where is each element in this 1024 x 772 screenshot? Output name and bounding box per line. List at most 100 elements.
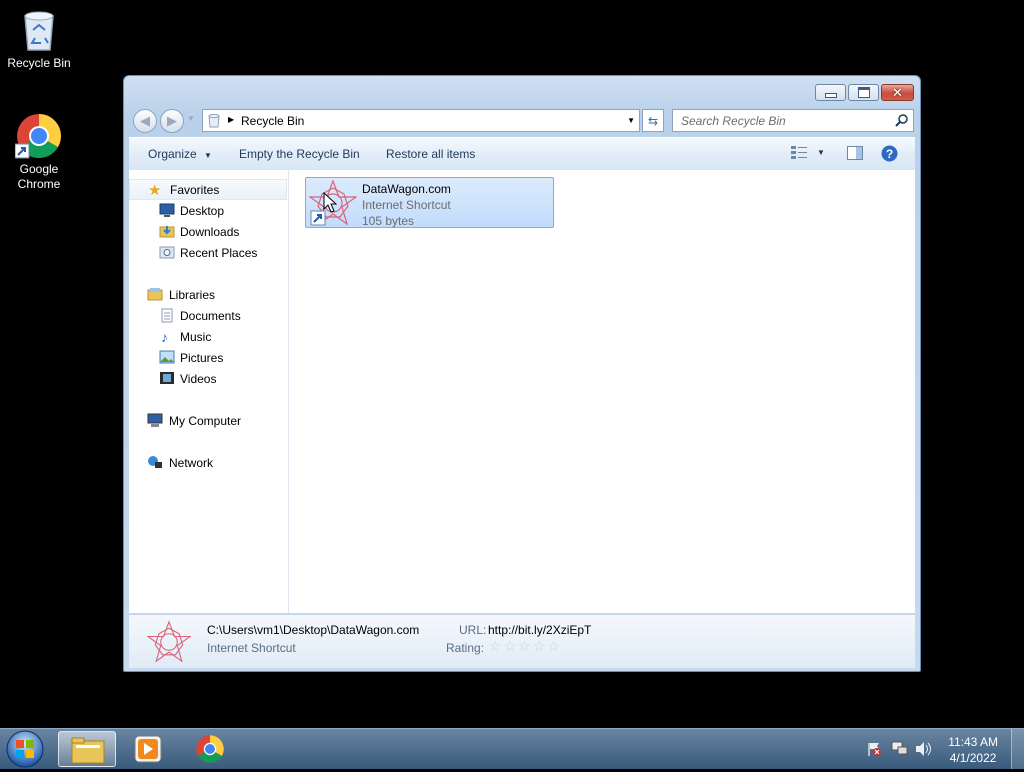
details-url-label: URL:	[459, 623, 487, 637]
nav-pictures[interactable]: Pictures	[129, 347, 287, 368]
back-arrow-icon: ◀	[140, 113, 150, 128]
nav-label: Documents	[180, 309, 241, 323]
desktop-icon-label: Recycle Bin	[7, 56, 71, 70]
recent-pages-chevron-icon[interactable]: ▼	[187, 114, 195, 123]
navigation-pane: ★ Favorites Desktop Downloads Recent Pla…	[129, 170, 289, 613]
preview-pane-button[interactable]	[847, 146, 863, 163]
recent-places-icon	[159, 245, 175, 260]
clock-date: 4/1/2022	[949, 751, 997, 765]
volume-icon[interactable]	[914, 741, 932, 760]
rating-stars[interactable]: ☆☆☆☆☆	[489, 638, 562, 655]
minimize-button[interactable]	[815, 84, 846, 101]
minimize-icon	[824, 93, 837, 98]
breadcrumb-location[interactable]: Recycle Bin	[241, 114, 304, 128]
view-icon	[791, 146, 807, 159]
star-outline-icon[interactable]: ☆	[547, 638, 562, 654]
details-url-value[interactable]: http://bit.ly/2XziEpT	[488, 623, 591, 637]
start-button[interactable]	[4, 729, 46, 772]
forward-button[interactable]: ▶	[160, 109, 184, 133]
documents-icon	[159, 308, 175, 323]
view-options-chevron-icon[interactable]: ▼	[817, 148, 825, 157]
svg-text:?: ?	[886, 147, 893, 161]
details-rating-label: Rating:	[446, 641, 485, 655]
help-button[interactable]: ?	[881, 145, 898, 165]
desktop-icon	[159, 203, 175, 218]
address-bar[interactable]: ▶ Recycle Bin ▼	[202, 109, 640, 132]
chevron-down-icon: ▼	[204, 151, 212, 160]
details-file-type: Internet Shortcut	[207, 641, 296, 655]
chrome-icon	[196, 735, 224, 763]
nav-label: My Computer	[169, 414, 242, 428]
show-desktop-button[interactable]	[1011, 729, 1024, 769]
close-icon: ✕	[892, 84, 903, 100]
nav-music[interactable]: ♪ Music	[129, 326, 287, 347]
taskbar-media-player-button[interactable]	[120, 731, 178, 767]
nav-downloads[interactable]: Downloads	[129, 221, 287, 242]
details-pane: C:\Users\vm1\Desktop\DataWagon.com Inter…	[129, 614, 915, 668]
forward-arrow-icon: ▶	[167, 113, 177, 128]
nav-libraries[interactable]: Libraries	[129, 284, 287, 305]
windows-orb-icon	[6, 730, 44, 768]
search-icon[interactable]	[895, 113, 909, 130]
mouse-cursor-icon	[323, 191, 338, 217]
breadcrumb-chevron-icon[interactable]: ▶	[228, 115, 234, 124]
back-button[interactable]: ◀	[133, 109, 157, 133]
nav-desktop[interactable]: Desktop	[129, 200, 287, 221]
star-outline-icon[interactable]: ☆	[518, 638, 533, 654]
close-button[interactable]: ✕	[881, 84, 914, 101]
organize-label: Organize	[148, 147, 197, 161]
command-bar: Organize ▼ Empty the Recycle Bin Restore…	[129, 137, 915, 171]
nav-documents[interactable]: Documents	[129, 305, 287, 326]
nav-recent-places[interactable]: Recent Places	[129, 242, 287, 263]
star-icon: ★	[148, 182, 162, 199]
change-view-button[interactable]	[791, 146, 807, 163]
desktop-icon-google-chrome[interactable]: Google Chrome	[1, 112, 77, 192]
action-center-flag-icon[interactable]	[866, 741, 882, 760]
desktop-icon-recycle-bin[interactable]: Recycle Bin	[1, 6, 77, 71]
nav-videos[interactable]: Videos	[129, 368, 287, 389]
pictures-icon	[159, 350, 175, 365]
nav-label: Desktop	[180, 204, 225, 218]
file-item-datawagon[interactable]: DataWagon.com Internet Shortcut 105 byte…	[305, 177, 554, 228]
network-icon	[147, 455, 163, 470]
restore-button[interactable]	[848, 84, 879, 101]
nav-label: Videos	[180, 372, 217, 386]
file-name: DataWagon.com	[362, 182, 451, 196]
music-icon: ♪	[161, 329, 168, 345]
computer-icon	[147, 413, 163, 428]
nav-label: Music	[180, 330, 212, 344]
media-player-icon	[134, 735, 162, 763]
star-outline-icon[interactable]: ☆	[489, 638, 504, 654]
libraries-icon	[147, 287, 163, 302]
content-area: ★ Favorites Desktop Downloads Recent Pla…	[129, 170, 915, 613]
taskbar-explorer-button[interactable]	[58, 731, 116, 767]
star-outline-icon[interactable]: ☆	[533, 638, 548, 654]
nav-network[interactable]: Network	[129, 452, 287, 473]
system-clock[interactable]: 11:43 AM 4/1/2022	[948, 734, 998, 766]
refresh-icon: ⇆	[647, 113, 659, 128]
organize-menu[interactable]: Organize ▼	[148, 147, 212, 161]
search-box[interactable]	[672, 109, 914, 132]
taskbar-chrome-button[interactable]	[182, 731, 240, 767]
recycle-bin-small-icon	[207, 113, 221, 131]
nav-favorites[interactable]: ★ Favorites	[129, 179, 287, 200]
address-row: ◀ ▶ ▼ ▶ Recycle Bin ▼ ⇆	[131, 108, 914, 134]
recycle-bin-icon	[15, 6, 63, 54]
file-size: 105 bytes	[362, 214, 415, 228]
videos-icon	[159, 371, 175, 386]
nav-label: Recent Places	[180, 246, 258, 260]
taskbar: 11:43 AM 4/1/2022	[0, 728, 1024, 769]
nav-my-computer[interactable]: My Computer	[129, 410, 287, 431]
empty-recycle-bin-button[interactable]: Empty the Recycle Bin	[239, 147, 360, 161]
nav-label: Pictures	[180, 351, 224, 365]
address-dropdown-icon[interactable]: ▼	[627, 116, 635, 125]
details-file-path: C:\Users\vm1\Desktop\DataWagon.com	[207, 623, 420, 637]
nav-label: Favorites	[170, 183, 220, 197]
restore-all-items-button[interactable]: Restore all items	[386, 147, 475, 161]
refresh-button[interactable]: ⇆	[642, 109, 664, 132]
details-shortcut-icon	[146, 620, 192, 667]
search-input[interactable]	[679, 113, 883, 129]
help-icon: ?	[881, 145, 898, 162]
network-tray-icon[interactable]	[890, 741, 908, 760]
star-outline-icon[interactable]: ☆	[504, 638, 519, 654]
